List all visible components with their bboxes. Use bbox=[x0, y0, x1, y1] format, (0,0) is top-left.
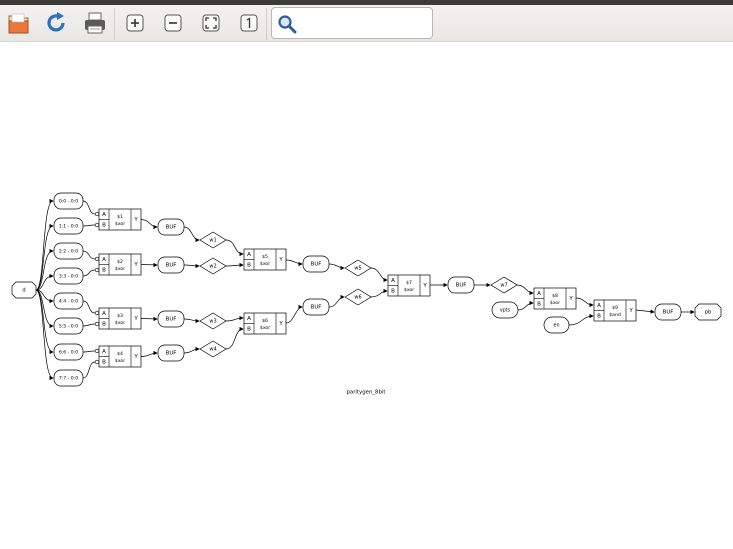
port-b: B bbox=[102, 359, 106, 365]
port-a: A bbox=[537, 291, 541, 297]
search-icon bbox=[278, 15, 297, 34]
wire-label: w7 bbox=[500, 283, 507, 289]
port-a: A bbox=[102, 349, 106, 355]
port-a: A bbox=[102, 212, 106, 218]
reload-icon bbox=[47, 12, 65, 32]
buf-node-label: BUF bbox=[166, 225, 177, 231]
wire-label: w1 bbox=[209, 238, 216, 244]
wire-label: w6 bbox=[354, 295, 361, 301]
toolbar bbox=[0, 5, 733, 42]
print-button[interactable] bbox=[81, 9, 109, 37]
port-a: A bbox=[597, 303, 601, 309]
buf-node-label: BUF bbox=[663, 310, 674, 316]
buf-node-label: BUF bbox=[311, 305, 322, 311]
zoom-original-icon bbox=[240, 14, 258, 32]
port-a: A bbox=[247, 316, 251, 322]
wire-label: w5 bbox=[354, 266, 361, 272]
port-a: A bbox=[391, 278, 395, 284]
search-box[interactable] bbox=[271, 7, 433, 39]
bit-slice-label: 6:6 - 0:0 bbox=[59, 350, 78, 356]
search-input[interactable] bbox=[302, 13, 431, 35]
bit-slice-label: 5:5 - 0:0 bbox=[59, 324, 78, 330]
wire-label: w2 bbox=[209, 264, 216, 270]
toolbar-separator bbox=[266, 8, 267, 40]
cell-type: $xor bbox=[550, 300, 560, 306]
port-b: B bbox=[537, 301, 541, 307]
toolbar-separator bbox=[114, 8, 115, 40]
input-en-label: en bbox=[554, 324, 560, 329]
netlist-graph: d 0:0 - 0:0 1:1 - 0:0 2:2 - 0:0 3:3 - 0:0 4:4… bbox=[11, 192, 722, 396]
cell-id: $7 bbox=[406, 280, 412, 286]
port-b: B bbox=[597, 313, 601, 319]
buf-node-label: BUF bbox=[166, 351, 177, 357]
reload-button[interactable] bbox=[42, 9, 70, 37]
port-b: B bbox=[102, 222, 106, 228]
folder-icon bbox=[8, 13, 29, 34]
zoom-fit-icon bbox=[202, 14, 220, 32]
cell-type: $xor bbox=[115, 358, 125, 364]
cell-type: $xor bbox=[404, 287, 414, 293]
buf-node-label: BUF bbox=[311, 262, 322, 268]
bit-slice-label: 2:2 - 0:0 bbox=[59, 249, 78, 255]
zoom-out-button[interactable] bbox=[159, 9, 187, 37]
output-port-pb-label: pb bbox=[705, 310, 712, 316]
bit-slice-label: 4:4 - 0:0 bbox=[59, 299, 78, 305]
port-y: Y bbox=[568, 296, 573, 302]
port-b: B bbox=[247, 326, 251, 332]
port-a: A bbox=[247, 252, 251, 258]
bit-slice-label: 7:7 - 0:0 bbox=[59, 376, 78, 382]
cell-type: $xor bbox=[115, 266, 125, 272]
zoom-100-button[interactable] bbox=[235, 9, 263, 37]
buf-node-label: BUF bbox=[456, 283, 467, 289]
cell-type: $xor bbox=[260, 325, 270, 331]
port-a: A bbox=[102, 257, 106, 263]
port-y: Y bbox=[133, 217, 138, 223]
open-file-button[interactable] bbox=[5, 9, 33, 37]
port-y: Y bbox=[133, 354, 138, 360]
zoom-out-icon bbox=[164, 14, 182, 32]
port-b: B bbox=[102, 267, 106, 273]
bit-slice-label: 1:1 - 0:0 bbox=[59, 224, 78, 230]
bit-slice-label: 3:3 - 0:0 bbox=[59, 274, 78, 280]
bit-slice-label: 0:0 - 0:0 bbox=[59, 199, 78, 205]
cell-id: $8 bbox=[552, 293, 558, 299]
buf-node-label: BUF bbox=[166, 317, 177, 323]
cell-id: $3 bbox=[117, 313, 123, 319]
zoom-in-button[interactable] bbox=[121, 9, 149, 37]
buf-node-label: BUF bbox=[166, 263, 177, 269]
zoom-fit-button[interactable] bbox=[197, 9, 225, 37]
port-b: B bbox=[391, 288, 395, 294]
zoom-in-icon bbox=[126, 14, 144, 32]
cell-type: $xor bbox=[115, 320, 125, 326]
port-y: Y bbox=[133, 316, 138, 322]
port-y: Y bbox=[628, 308, 633, 314]
port-y: Y bbox=[133, 262, 138, 268]
wire-label: w4 bbox=[209, 347, 216, 353]
port-y: Y bbox=[278, 257, 283, 263]
input-vpts-label: vpts bbox=[500, 308, 511, 314]
printer-icon bbox=[85, 12, 105, 34]
port-b: B bbox=[102, 321, 106, 327]
port-b: B bbox=[247, 262, 251, 268]
wire-label: w3 bbox=[209, 319, 216, 325]
port-y: Y bbox=[278, 321, 283, 327]
cell-type: $xor bbox=[115, 221, 125, 227]
input-port-d-label: d bbox=[22, 288, 25, 294]
cell-id: $6 bbox=[262, 318, 268, 324]
port-a: A bbox=[102, 311, 106, 317]
cell-id: $1 bbox=[117, 214, 123, 220]
cell-id: $2 bbox=[117, 259, 123, 265]
port-y: Y bbox=[422, 283, 427, 289]
cell-type: $xor bbox=[260, 261, 270, 267]
cell-id: $5 bbox=[262, 254, 268, 260]
cell-type: $and bbox=[609, 312, 621, 318]
cell-id: $9 bbox=[612, 305, 618, 311]
cell-id: $4 bbox=[117, 351, 123, 357]
graph-title: paritygen_8bit bbox=[346, 390, 385, 396]
